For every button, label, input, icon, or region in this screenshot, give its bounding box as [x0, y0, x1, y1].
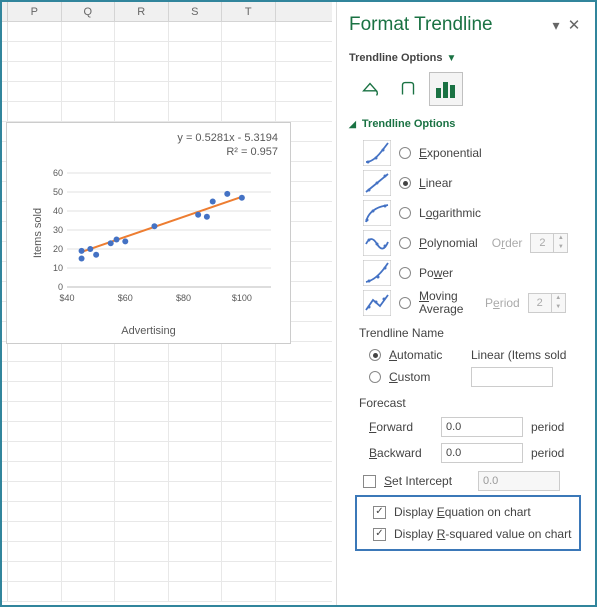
svg-text:20: 20: [53, 244, 63, 254]
exponential-radio[interactable]: [399, 147, 411, 159]
polynomial-icon: [363, 230, 391, 256]
order-label: Order: [492, 236, 523, 250]
forward-unit: period: [531, 420, 564, 434]
display-equation-label: Display Equation on chart: [394, 505, 531, 519]
svg-text:10: 10: [53, 263, 63, 273]
pane-dropdown-icon[interactable]: ▾: [547, 17, 565, 34]
logarithmic-icon: [363, 200, 391, 226]
power-label: Power: [419, 266, 453, 280]
display-equation-checkbox[interactable]: ✓: [373, 506, 386, 519]
close-icon[interactable]: ✕: [565, 16, 583, 34]
power-radio[interactable]: [399, 267, 411, 279]
forecast-heading: Forecast: [359, 396, 583, 410]
trendline-options-tab-icon[interactable]: [429, 72, 463, 106]
linear-icon: [363, 170, 391, 196]
automatic-name-value: Linear (Items sold: [471, 348, 566, 362]
format-trendline-pane: Format Trendline ▾ ✕ Trendline Options▼ …: [336, 2, 595, 605]
col-header[interactable]: P: [8, 2, 62, 21]
highlighted-options: ✓ Display Equation on chart ✓ Display R-…: [355, 495, 581, 551]
custom-name-input[interactable]: [471, 367, 553, 387]
custom-name-radio[interactable]: [369, 371, 381, 383]
exponential-label: Exponential: [419, 146, 482, 160]
trendline-options-subheading[interactable]: ◢Trendline Options: [349, 118, 583, 130]
x-axis-label: Advertising: [7, 325, 290, 337]
col-header[interactable]: R: [115, 2, 169, 21]
moving-average-radio[interactable]: [399, 297, 411, 309]
column-header-row: P Q R S T: [2, 2, 332, 22]
moving-average-label: Moving Average: [419, 290, 471, 316]
fill-line-tab-icon[interactable]: [353, 72, 387, 106]
svg-text:40: 40: [53, 206, 63, 216]
custom-name-label: Custom: [389, 370, 463, 384]
logarithmic-radio[interactable]: [399, 207, 411, 219]
linear-label: Linear: [419, 176, 452, 190]
svg-text:$60: $60: [118, 293, 133, 303]
automatic-name-label: Automatic: [389, 348, 463, 362]
trendline-equation-label: y = 0.5281x - 5.3194 R² = 0.957: [177, 131, 278, 160]
power-icon: [363, 260, 391, 286]
polynomial-label: Polynomial: [419, 236, 478, 250]
svg-text:0: 0: [58, 282, 63, 292]
col-header[interactable]: S: [169, 2, 223, 21]
spreadsheet-grid[interactable]: P Q R S T y = 0.5281x - 5.3194 R² = 0.95…: [2, 2, 332, 605]
forward-label: Forward: [369, 420, 433, 434]
embedded-chart[interactable]: y = 0.5281x - 5.3194 R² = 0.957 Items so…: [6, 122, 291, 344]
set-intercept-label: Set Intercept: [384, 474, 470, 488]
logarithmic-label: Logarithmic: [419, 206, 481, 220]
effects-tab-icon[interactable]: [391, 72, 425, 106]
backward-input[interactable]: [441, 443, 523, 463]
col-header[interactable]: T: [222, 2, 276, 21]
set-intercept-input: [478, 471, 560, 491]
polynomial-radio[interactable]: [399, 237, 411, 249]
order-spinner: 2▲▼: [530, 233, 568, 253]
trendline-name-heading: Trendline Name: [359, 326, 583, 340]
exponential-icon: [363, 140, 391, 166]
period-spinner: 2▲▼: [528, 293, 566, 313]
display-r2-label: Display R-squared value on chart: [394, 527, 571, 541]
forward-input[interactable]: [441, 417, 523, 437]
svg-text:30: 30: [53, 225, 63, 235]
svg-text:$40: $40: [59, 293, 74, 303]
moving-average-icon: [363, 290, 391, 316]
linear-radio[interactable]: [399, 177, 411, 189]
automatic-name-radio[interactable]: [369, 349, 381, 361]
backward-label: Backward: [369, 446, 433, 460]
svg-text:$100: $100: [232, 293, 252, 303]
display-r2-checkbox[interactable]: ✓: [373, 528, 386, 541]
set-intercept-checkbox[interactable]: [363, 475, 376, 488]
trendline-options-heading[interactable]: Trendline Options▼: [349, 52, 456, 64]
chart-plot-area: 0 10 20 30 40 50 60 $40 $60 $80 $100: [47, 167, 277, 307]
svg-text:60: 60: [53, 168, 63, 178]
period-label: Period: [485, 296, 520, 310]
pane-title: Format Trendline: [349, 14, 547, 36]
col-header[interactable]: Q: [62, 2, 116, 21]
svg-text:$80: $80: [176, 293, 191, 303]
y-axis-label: Items sold: [32, 208, 44, 258]
backward-unit: period: [531, 446, 564, 460]
svg-text:50: 50: [53, 187, 63, 197]
